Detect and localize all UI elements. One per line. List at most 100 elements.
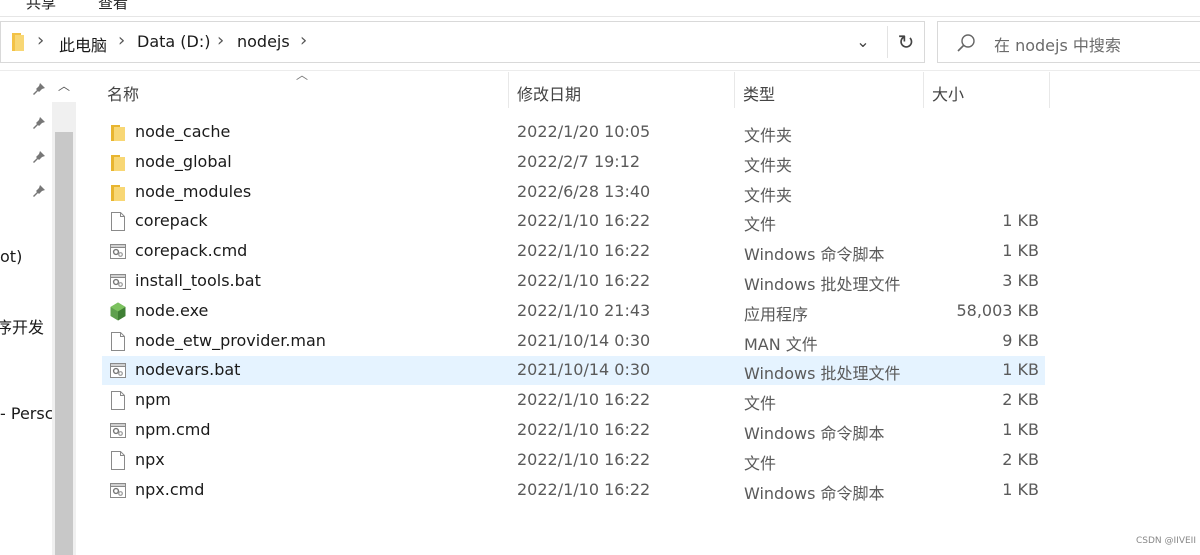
file-size: 1 KB <box>1002 420 1039 439</box>
column-header-date[interactable]: 修改日期 <box>509 72 734 108</box>
file-modified-date: 2022/1/10 16:22 <box>517 390 651 410</box>
search-icon <box>957 34 975 52</box>
breadcrumb-data-drive[interactable]: Data (D:) <box>137 32 210 51</box>
column-header-size[interactable]: 大小 <box>924 72 1049 108</box>
breadcrumb-this-pc[interactable]: 此电脑 <box>59 32 107 56</box>
file-modified-date: 2022/1/10 16:22 <box>517 449 651 469</box>
breadcrumb-nodejs[interactable]: nodejs <box>237 32 290 51</box>
file-modified-date: 2022/1/20 10:05 <box>517 122 651 141</box>
file-name: nodevars.bat <box>135 360 241 380</box>
scrollbar-thumb[interactable] <box>55 132 73 555</box>
file-type: 文件 <box>744 453 777 473</box>
file-modified-date: 2021/10/14 0:30 <box>517 330 651 350</box>
ribbon-tab-view[interactable]: 查看 <box>98 0 128 13</box>
file-type: Windows 命令脚本 <box>744 424 885 443</box>
file-row[interactable]: nodevars.bat 2021/10/14 0:30 Windows 批处理文件… <box>102 356 1045 386</box>
nav-item[interactable]: ot) <box>0 247 22 266</box>
address-bar[interactable]: › 此电脑 › Data (D:) › nodejs › ⌄ ↻ <box>0 21 925 63</box>
pin-icon[interactable] <box>32 184 46 198</box>
pin-icon[interactable] <box>32 82 46 96</box>
file-type: 文件夹 <box>744 126 793 145</box>
file-row[interactable]: npm.cmd 2022/1/10 16:22 Windows 命令脚本 1 KB <box>102 416 1045 445</box>
file-size: 3 KB <box>1002 271 1039 290</box>
search-placeholder: 在 nodejs 中搜索 <box>994 36 1121 55</box>
column-header-type[interactable]: 类型 <box>735 72 923 108</box>
file-row[interactable]: npx.cmd 2022/1/10 16:22 Windows 命令脚本 1 KB <box>102 476 1045 505</box>
nav-item[interactable]: - Persc <box>0 404 52 423</box>
file-row[interactable]: npx 2022/1/10 16:22 文件 2 KB <box>102 446 1045 475</box>
divider <box>887 26 888 58</box>
file-modified-date: 2022/1/10 16:22 <box>517 211 651 231</box>
chevron-right-icon[interactable]: › <box>300 30 307 51</box>
file-name: npm.cmd <box>135 420 211 439</box>
script-file-icon <box>110 272 126 291</box>
file-type: 文件 <box>744 394 777 414</box>
file-type: 文件夹 <box>744 155 793 175</box>
ribbon-tab-share[interactable]: 共享 <box>26 0 56 13</box>
column-divider[interactable] <box>1049 72 1050 108</box>
file-modified-date: 2022/1/10 21:43 <box>517 300 651 320</box>
ribbon: 共享 查看 <box>0 0 1200 17</box>
file-row[interactable]: node_modules 2022/6/28 13:40 文件夹 <box>102 178 1045 207</box>
file-type: 文件夹 <box>744 185 793 205</box>
script-file-icon <box>110 361 126 380</box>
file-type: Windows 命令脚本 <box>744 483 885 503</box>
file-row[interactable]: npm 2022/1/10 16:22 文件 2 KB <box>102 386 1045 415</box>
search-box[interactable]: 在 nodejs 中搜索 <box>937 21 1200 63</box>
pin-icon[interactable] <box>32 116 46 130</box>
file-row[interactable]: install_tools.bat 2022/1/10 16:22 Windows … <box>102 267 1045 296</box>
navigation-pane: ot) 序开发 - Persc <box>0 72 52 555</box>
divider <box>0 70 1200 71</box>
file-modified-date: 2021/10/14 0:30 <box>517 360 651 380</box>
file-row[interactable]: corepack.cmd 2022/1/10 16:22 Windows 命令脚本 1… <box>102 237 1045 266</box>
file-size: 1 KB <box>1002 211 1039 231</box>
file-row[interactable]: corepack 2022/1/10 16:22 文件 1 KB <box>102 207 1045 236</box>
file-name: node.exe <box>135 300 209 320</box>
nav-scrollbar[interactable]: ︿ <box>52 72 76 555</box>
file-type: 应用程序 <box>744 304 809 324</box>
file-modified-date: 2022/2/7 19:12 <box>517 151 641 171</box>
chevron-down-icon[interactable]: ⌄ <box>851 28 875 56</box>
file-type: MAN 文件 <box>744 334 818 354</box>
chevron-right-icon[interactable]: › <box>118 30 125 51</box>
file-row[interactable]: node_etw_provider.man 2021/10/14 0:30 MAN … <box>102 327 1045 356</box>
pin-icon[interactable] <box>32 150 46 164</box>
file-size: 1 KB <box>1002 241 1039 261</box>
file-modified-date: 2022/1/10 16:22 <box>517 420 651 439</box>
nav-item[interactable]: 序开发 <box>0 314 44 338</box>
file-modified-date: 2022/1/10 16:22 <box>517 479 651 499</box>
file-name: corepack <box>135 211 208 231</box>
file-name: corepack.cmd <box>135 241 248 261</box>
chevron-right-icon[interactable]: › <box>37 30 44 51</box>
file-name: node_cache <box>135 122 231 141</box>
file-type: 文件 <box>744 215 777 235</box>
file-size: 2 KB <box>1002 449 1039 469</box>
file-row[interactable]: node_cache 2022/1/20 10:05 文件夹 <box>102 118 1045 147</box>
file-name: install_tools.bat <box>135 271 261 290</box>
watermark: CSDN @IIVEII <box>1136 536 1196 546</box>
file-name: node_modules <box>135 181 252 201</box>
file-row[interactable]: node.exe 2022/1/10 21:43 应用程序 58,003 KB <box>102 297 1045 326</box>
column-header-name[interactable]: 名称 <box>102 72 508 108</box>
file-row[interactable]: node_global 2022/2/7 19:12 文件夹 <box>102 148 1045 177</box>
file-type: Windows 命令脚本 <box>744 245 885 265</box>
script-file-icon <box>110 481 126 500</box>
chevron-right-icon[interactable]: › <box>217 30 224 51</box>
script-file-icon <box>110 242 126 261</box>
folder-icon <box>110 183 126 202</box>
folder-icon <box>110 123 126 142</box>
chevron-up-icon[interactable]: ︿ <box>52 72 76 102</box>
file-type: Windows 批处理文件 <box>744 364 901 384</box>
folder-icon <box>12 33 24 51</box>
file-size: 2 KB <box>1002 390 1039 410</box>
file-name: npx.cmd <box>135 479 205 499</box>
file-modified-date: 2022/6/28 13:40 <box>517 181 651 201</box>
file-name: npx <box>135 449 165 469</box>
script-file-icon <box>110 421 126 440</box>
file-name: node_etw_provider.man <box>135 330 326 350</box>
folder-icon <box>110 153 126 172</box>
file-size: 9 KB <box>1002 330 1039 350</box>
refresh-icon[interactable]: ↻ <box>893 28 919 56</box>
file-modified-date: 2022/1/10 16:22 <box>517 271 651 290</box>
file-name: node_global <box>135 151 232 171</box>
